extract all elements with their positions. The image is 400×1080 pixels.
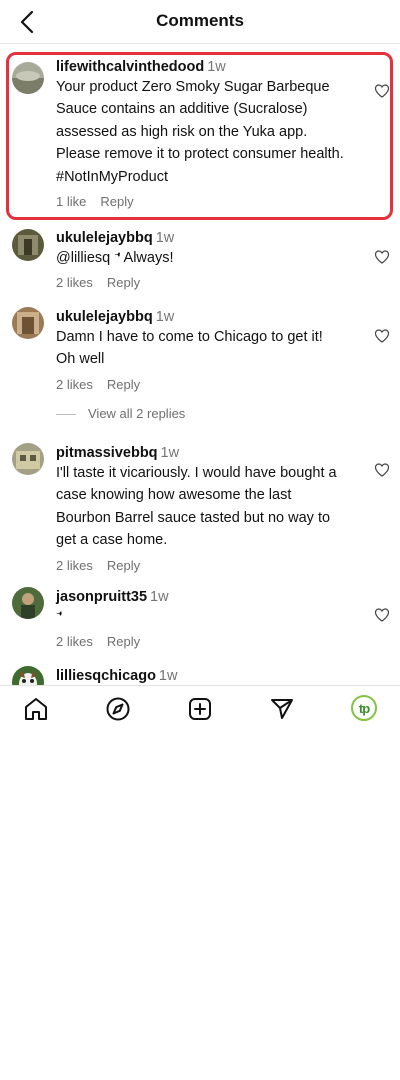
send-icon[interactable] xyxy=(269,696,295,722)
comment-time: 1w xyxy=(207,59,226,75)
profile-avatar-tab[interactable]: tp xyxy=(351,695,377,721)
heart-icon[interactable] xyxy=(374,607,390,623)
comment-text: 𝀀 xyxy=(56,609,63,625)
comment-time: 1w xyxy=(150,589,169,605)
comment-username[interactable]: lilliesqchicago xyxy=(56,668,156,684)
comment-text: I'll taste it vicariously. I would have … xyxy=(56,465,337,549)
reply-button[interactable]: Reply xyxy=(100,194,133,209)
avatar[interactable] xyxy=(12,307,44,339)
comment-text: @lilliesq 𝀀 Always! xyxy=(56,250,174,266)
heart-icon[interactable] xyxy=(374,83,390,99)
comment-body: ukulelejaybbq 1w @lilliesq 𝀀 Always! 2 li… xyxy=(56,229,346,293)
avatar[interactable] xyxy=(12,62,44,94)
avatar[interactable] xyxy=(12,229,44,261)
avatar[interactable] xyxy=(12,666,44,685)
comment-username[interactable]: jasonpruitt35 xyxy=(56,589,147,605)
heart-icon[interactable] xyxy=(374,328,390,344)
reply-button[interactable]: Reply xyxy=(107,377,140,392)
avatar[interactable] xyxy=(12,587,44,619)
create-icon[interactable] xyxy=(187,696,213,722)
comment-time: 1w xyxy=(155,230,175,246)
comment-text: Damn I have to come to Chicago to get it… xyxy=(56,329,323,368)
comment-body: jasonpruitt35 1w 𝀀 2 likes Reply xyxy=(56,588,346,652)
comments-list[interactable]: lifewithcalvinthedood 1w Your product Zer… xyxy=(0,44,400,685)
comment-username[interactable]: pitmassivebbq xyxy=(56,445,158,461)
heart-icon[interactable] xyxy=(374,249,390,265)
comment-time: 1w xyxy=(155,309,175,325)
reply-button[interactable]: Reply xyxy=(107,275,140,290)
comment-time: 1w xyxy=(158,668,178,684)
view-replies-button[interactable]: View all 2 replies xyxy=(56,406,185,421)
home-icon[interactable] xyxy=(23,696,49,722)
header-bar: Comments xyxy=(0,0,400,44)
comment-body: pitmassivebbq 1w I'll taste it vicariousl… xyxy=(56,444,346,576)
explore-icon[interactable] xyxy=(105,696,131,722)
comment-username[interactable]: ukulelejaybbq xyxy=(56,230,153,246)
reply-button[interactable]: Reply xyxy=(107,634,140,649)
comment-body: lifewithcalvinthedood 1w Your product Zer… xyxy=(56,58,346,212)
avatar[interactable] xyxy=(12,443,44,475)
divider-line xyxy=(56,414,76,416)
comment-username[interactable]: lifewithcalvinthedood xyxy=(56,59,204,75)
comment-text: Your product Zero Smoky Sugar Barbeque S… xyxy=(56,79,344,185)
comment-username[interactable]: ukulelejaybbq xyxy=(56,309,153,325)
like-count[interactable]: 2 likes xyxy=(56,558,93,573)
like-count[interactable]: 2 likes xyxy=(56,377,93,392)
like-count[interactable]: 2 likes xyxy=(56,634,93,649)
bottom-tab-bar: tp xyxy=(0,685,400,731)
view-replies-label: View all 2 replies xyxy=(88,406,186,421)
comment-body: ukulelejaybbq 1w Damn I have to come to C… xyxy=(56,308,346,395)
comment-body: lilliesqchicago 1w xyxy=(56,667,346,685)
like-count[interactable]: 1 like xyxy=(56,194,86,209)
reply-button[interactable]: Reply xyxy=(107,558,140,573)
page-title: Comments xyxy=(156,11,244,30)
like-count[interactable]: 2 likes xyxy=(56,275,93,290)
comment-time: 1w xyxy=(160,445,180,461)
heart-icon[interactable] xyxy=(374,462,390,478)
